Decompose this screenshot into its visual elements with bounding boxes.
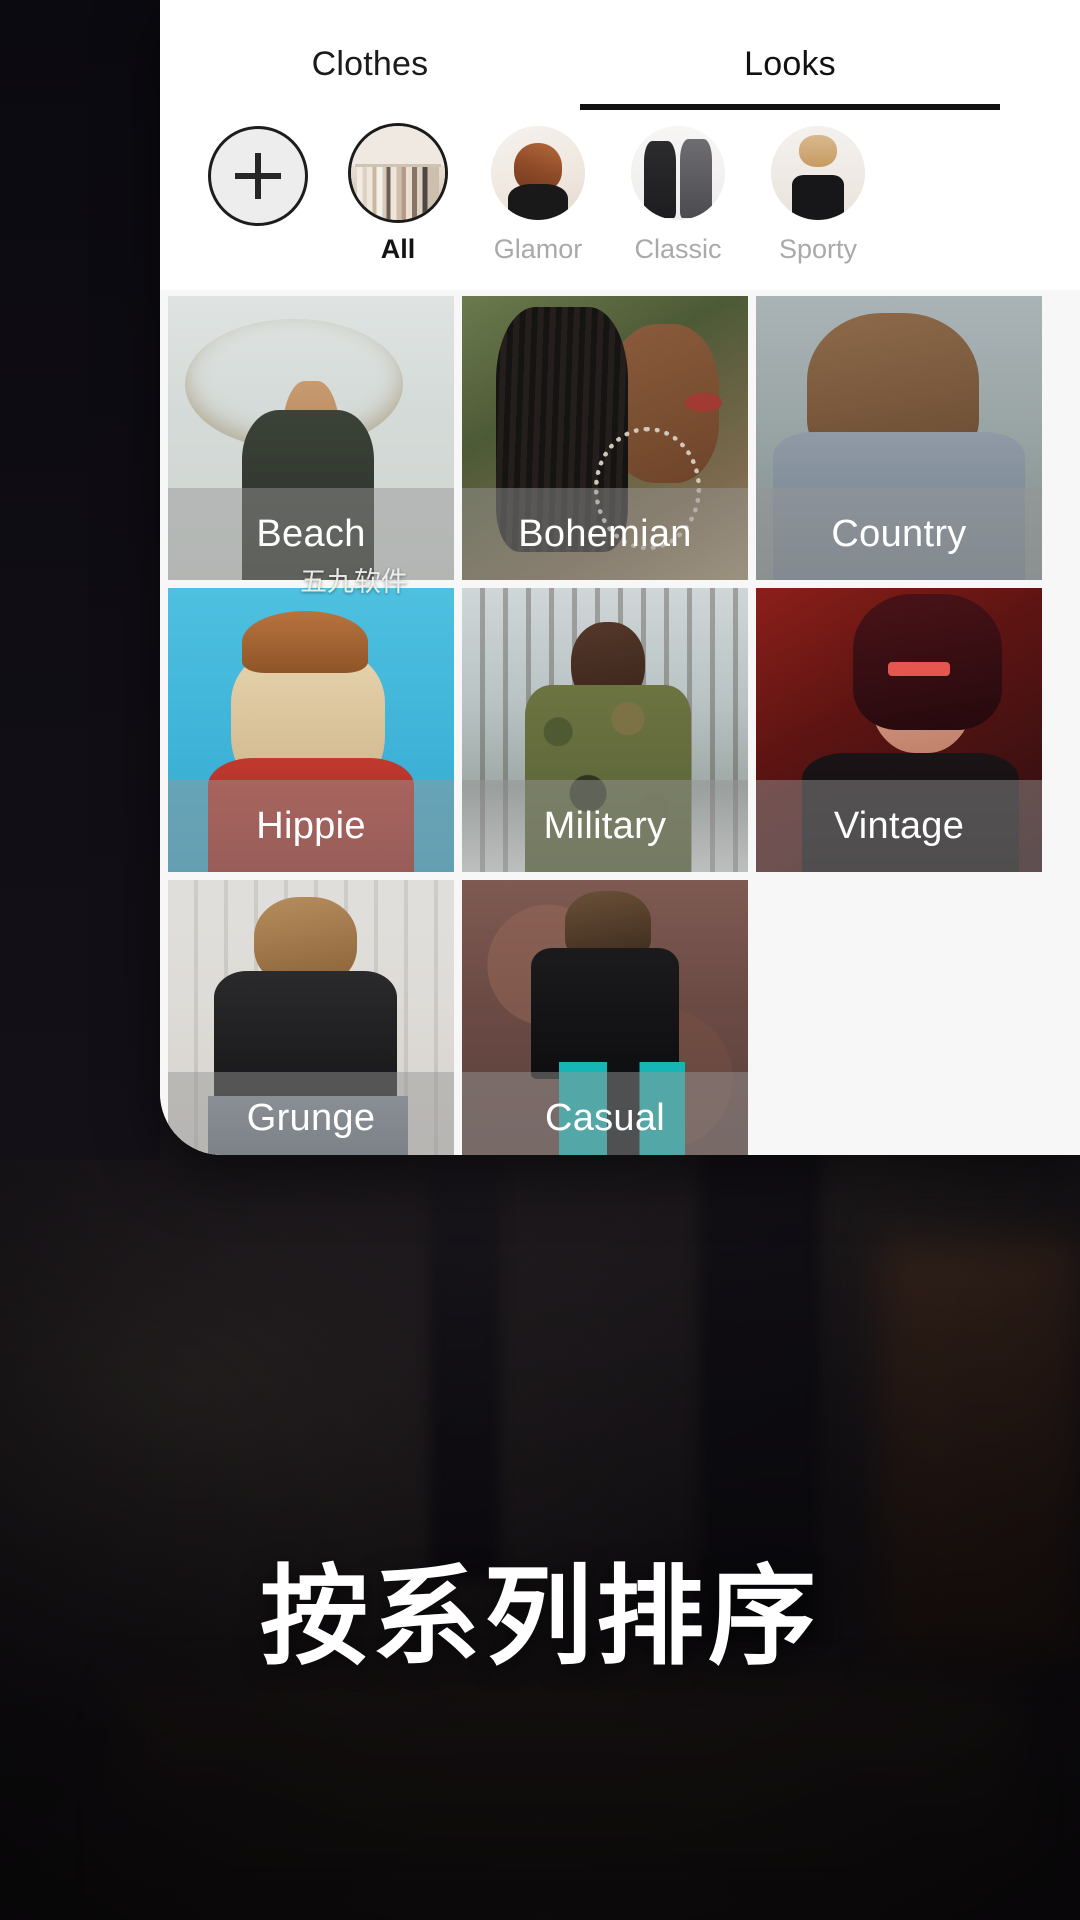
category-label-classic: Classic	[634, 234, 722, 264]
category-item-glamor[interactable]: Glamor	[468, 110, 608, 265]
look-label: Country	[831, 512, 967, 555]
look-label: Vintage	[833, 804, 965, 847]
look-label: Grunge	[246, 1096, 376, 1139]
tab-bar: Clothes Looks	[160, 0, 1080, 110]
look-label: Military	[543, 804, 667, 847]
category-label-all: All	[380, 234, 416, 264]
look-label: Casual	[544, 1096, 666, 1139]
look-caption: Grunge	[168, 1072, 454, 1155]
look-card[interactable]: Vintage	[756, 588, 1042, 872]
look-card[interactable]: Casual	[462, 880, 748, 1155]
promo-headline: 按系列排序	[259, 1555, 820, 1680]
tab-clothes[interactable]: Clothes	[160, 45, 580, 110]
category-label-sporty: Sporty	[778, 234, 858, 264]
look-label: Bohemian	[518, 512, 692, 555]
category-item-sporty[interactable]: Sporty	[748, 110, 888, 265]
look-caption: Country	[756, 488, 1042, 580]
add-category-circle[interactable]	[208, 126, 308, 226]
look-caption: Vintage	[756, 780, 1042, 872]
category-add[interactable]	[188, 110, 328, 240]
look-caption: Hippie	[168, 780, 454, 872]
looks-grid-wrapper: Beach Bohemian Country Hippie Military V…	[160, 290, 1080, 1155]
look-card[interactable]: Beach	[168, 296, 454, 580]
sporty-thumb-icon[interactable]	[771, 126, 865, 220]
look-card[interactable]: Hippie	[168, 588, 454, 872]
app-panel: Clothes Looks All Glamor Classic Sporty …	[160, 0, 1080, 1155]
watermark-text: 五九软件	[300, 567, 408, 598]
look-caption: Casual	[462, 1072, 748, 1155]
look-label: Beach	[256, 512, 366, 555]
look-caption: Military	[462, 780, 748, 872]
category-label-glamor: Glamor	[493, 234, 583, 264]
look-card[interactable]: Grunge	[168, 880, 454, 1155]
look-caption: Bohemian	[462, 488, 748, 580]
tab-clothes-label: Clothes	[311, 45, 429, 83]
look-card-empty-slot	[756, 880, 1042, 1155]
category-item-all[interactable]: All	[328, 110, 468, 265]
glamor-thumb-icon[interactable]	[491, 126, 585, 220]
clothes-rack-thumb-icon[interactable]	[351, 126, 445, 220]
looks-grid: Beach Bohemian Country Hippie Military V…	[160, 290, 1080, 1155]
category-item-classic[interactable]: Classic	[608, 110, 748, 265]
backdrop-left-band	[0, 0, 160, 1160]
look-card[interactable]: Bohemian	[462, 296, 748, 580]
category-strip[interactable]: All Glamor Classic Sporty	[160, 110, 1080, 290]
look-label: Hippie	[256, 804, 366, 847]
classic-thumb-icon[interactable]	[631, 126, 725, 220]
tab-looks[interactable]: Looks	[580, 45, 1000, 110]
look-card[interactable]: Country	[756, 296, 1042, 580]
tab-looks-label: Looks	[744, 45, 836, 83]
look-card[interactable]: Military	[462, 588, 748, 872]
plus-icon	[235, 153, 281, 199]
